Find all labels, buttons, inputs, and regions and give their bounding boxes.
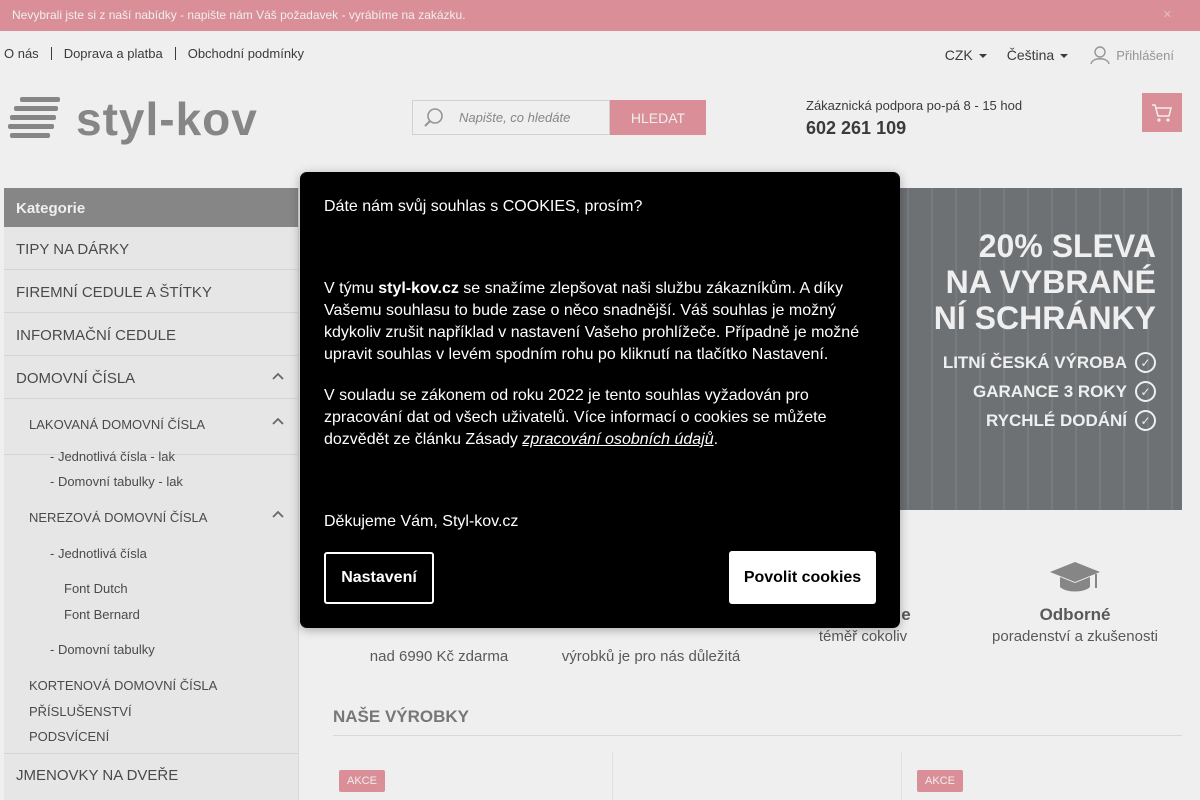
cookie-paragraph-1: V týmu styl-kov.cz se snažíme zlepšovat … bbox=[324, 278, 869, 366]
cookie-text: . bbox=[713, 431, 719, 448]
cookie-text: V týmu bbox=[324, 280, 379, 297]
privacy-policy-link[interactable]: zpracování osobních údajů bbox=[522, 431, 713, 448]
allow-cookies-button[interactable]: Povolit cookies bbox=[729, 551, 876, 604]
cookie-brand: styl-kov.cz bbox=[378, 280, 459, 297]
cookie-settings-button[interactable]: Nastavení bbox=[324, 552, 434, 604]
cookie-thanks: Děkujeme Vám, Styl-kov.cz bbox=[324, 513, 519, 530]
cookie-heading: Dáte nám svůj souhlas s COOKIES, prosím? bbox=[324, 198, 643, 215]
cookie-paragraph-2: V souladu se zákonem od roku 2022 je ten… bbox=[324, 385, 869, 451]
cookie-consent-dialog: Dáte nám svůj souhlas s COOKIES, prosím?… bbox=[300, 172, 900, 628]
